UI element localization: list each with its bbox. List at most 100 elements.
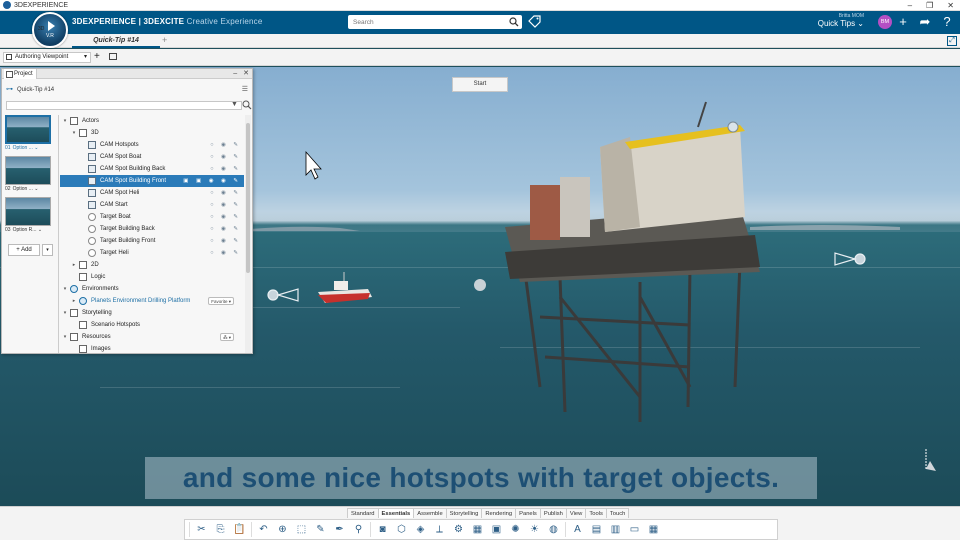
tree-item[interactable]: Target Boat ○ ◉ ✎	[60, 211, 244, 223]
tab-tools[interactable]: Tools	[585, 508, 607, 518]
filter-icon[interactable]: ▼	[231, 101, 238, 108]
thumbnail-option-1[interactable]: 01 Option ... ⌄	[5, 115, 53, 156]
minimize-button[interactable]: –	[908, 0, 912, 11]
compass-widget[interactable]: 3D V.R	[32, 12, 68, 48]
tree-item[interactable]: ▸ Planets Environment Drilling Platform Fa…	[60, 295, 244, 307]
add-scenario-button[interactable]: + Add	[8, 244, 40, 256]
chevron-down-icon[interactable]: ⌄	[34, 145, 38, 151]
tree-item[interactable]: CAM Start ○ ◉ ✎	[60, 199, 244, 211]
row-dropdown[interactable]: Favorite ▾	[208, 297, 234, 305]
search-input[interactable]	[348, 18, 498, 26]
row-action-icons[interactable]: ▣ ▣ ◉ ◉ ✎	[183, 175, 241, 187]
workspace-selector[interactable]: Quick Tips ⌄	[818, 19, 864, 28]
row-action-icons[interactable]: ○ ◉ ✎	[210, 247, 241, 259]
add-tab-icon[interactable]: +	[162, 34, 167, 47]
copy-icon[interactable]: ⎘	[213, 522, 228, 537]
chevron-down-icon[interactable]: ⌄	[38, 227, 42, 233]
tree-item[interactable]: ▾ 3D	[60, 127, 244, 139]
edit-icon[interactable]: ✎	[313, 522, 328, 537]
chevron-down-icon[interactable]: ▾	[62, 307, 68, 319]
tree-item[interactable]: CAM Spot Building Front ▣ ▣ ◉ ◉ ✎	[60, 175, 244, 187]
chevron-right-icon[interactable]: ▸	[71, 259, 77, 271]
chevron-down-icon[interactable]: ▾	[62, 331, 68, 343]
select-icon[interactable]: ⬚	[294, 522, 309, 537]
chevron-down-icon[interactable]: ▾	[42, 244, 53, 256]
chevron-right-icon[interactable]: ▸	[71, 295, 77, 307]
search-icon[interactable]: ⚲	[351, 522, 366, 537]
pen-icon[interactable]: ✒	[332, 522, 347, 537]
chevron-down-icon[interactable]: ▾	[62, 283, 68, 295]
material-icon[interactable]: ▦	[470, 522, 485, 537]
tab-storytelling[interactable]: Storytelling	[445, 508, 483, 518]
tree-item[interactable]: CAM Spot Building Back ○ ◉ ✎	[60, 163, 244, 175]
tag-icon[interactable]	[528, 15, 541, 28]
zoom-fit-icon[interactable]: ⊕	[275, 522, 290, 537]
row-action-icons[interactable]: ○ ◉ ✎	[210, 139, 241, 151]
joint-icon[interactable]: ⚙	[451, 522, 466, 537]
tree-item[interactable]: ▾ Environments	[60, 283, 244, 295]
settings-icon[interactable]: ☰	[242, 85, 248, 93]
share-icon[interactable]: ➦	[918, 15, 932, 29]
chevron-down-icon[interactable]: ▾	[71, 127, 77, 139]
tab-view[interactable]: View	[565, 508, 587, 518]
thumbnail-option-3[interactable]: 03 Option R... ⌄	[5, 197, 53, 238]
tree-item[interactable]: ▾ Actors	[60, 115, 244, 127]
capture-viewpoint-icon[interactable]	[109, 53, 117, 60]
row-action-icons[interactable]: ○ ◉ ✎	[210, 199, 241, 211]
filter-input[interactable]	[6, 101, 242, 110]
chevron-down-icon[interactable]: ⌄	[34, 186, 38, 192]
tree-item[interactable]: CAM Spot Heli ○ ◉ ✎	[60, 187, 244, 199]
tab-publish[interactable]: Publish	[539, 508, 567, 518]
tab-essentials[interactable]: Essentials	[377, 508, 415, 518]
row-action-icons[interactable]: ○ ◉ ✎	[210, 223, 241, 235]
sphere-icon[interactable]: ◍	[546, 522, 561, 537]
scrollbar-thumb[interactable]	[246, 123, 250, 273]
maximize-button[interactable]: ❐	[926, 0, 933, 11]
tree-item[interactable]: Target Heli ○ ◉ ✎	[60, 247, 244, 259]
panel-icon[interactable]: ▥	[608, 522, 623, 537]
scissors-icon[interactable]: ✂	[194, 522, 209, 537]
row-action-icons[interactable]: ○ ◉ ✎	[210, 211, 241, 223]
text-icon[interactable]: A	[570, 522, 585, 537]
tree-item[interactable]: Logic	[60, 271, 244, 283]
row-action-icons[interactable]: ○ ◉ ✎	[210, 187, 241, 199]
row-dropdown[interactable]: ⁂ ▾	[219, 333, 234, 341]
chevron-down-icon[interactable]: ▾	[62, 115, 68, 127]
search-icon[interactable]	[509, 17, 519, 27]
tab-quick-tip-14[interactable]: Quick-Tip #14	[72, 34, 160, 48]
avatar[interactable]: BM	[878, 15, 892, 29]
tab-panels[interactable]: Panels	[515, 508, 541, 518]
add-icon[interactable]: +	[896, 15, 910, 29]
close-window-button[interactable]: ✕	[947, 0, 954, 11]
render-icon[interactable]: ▣	[489, 522, 504, 537]
tree-item[interactable]: ▸ 2D	[60, 259, 244, 271]
tree-item[interactable]: Target Building Back ○ ◉ ✎	[60, 223, 244, 235]
tree-item[interactable]: Images	[60, 343, 244, 353]
cube-icon[interactable]: ◈	[413, 522, 428, 537]
tree-item[interactable]: ▾ Resources ⁂ ▾	[60, 331, 244, 343]
window-icon[interactable]: ▭	[627, 522, 642, 537]
light-icon[interactable]: ☀	[527, 522, 542, 537]
shape-icon[interactable]: ⬡	[394, 522, 409, 537]
tree-item[interactable]: Target Building Front ○ ◉ ✎	[60, 235, 244, 247]
row-action-icons[interactable]: ○ ◉ ✎	[210, 151, 241, 163]
tree-item[interactable]: CAM Spot Boat ○ ◉ ✎	[60, 151, 244, 163]
camera-icon[interactable]: ◙	[375, 522, 390, 537]
tree-item[interactable]: ▾ Storytelling	[60, 307, 244, 319]
add-viewpoint-icon[interactable]: +	[94, 52, 100, 62]
media-icon[interactable]: ▤	[589, 522, 604, 537]
color-wheel-icon[interactable]: ✺	[508, 522, 523, 537]
row-action-icons[interactable]: ○ ◉ ✎	[210, 235, 241, 247]
axis-icon[interactable]: ⟂	[432, 522, 447, 537]
table-icon[interactable]: ▦	[646, 522, 661, 537]
minimize-panel-button[interactable]: –	[233, 69, 237, 79]
undo-icon[interactable]: ↶	[256, 522, 271, 537]
tree-item[interactable]: CAM Hotspots ○ ◉ ✎	[60, 139, 244, 151]
close-panel-button[interactable]: ✕	[243, 69, 249, 79]
user-info[interactable]: Britta MOM Quick Tips ⌄	[818, 13, 864, 28]
row-action-icons[interactable]: ○ ◉ ✎	[210, 163, 241, 175]
search-box[interactable]	[348, 15, 522, 29]
help-icon[interactable]: ?	[940, 15, 954, 29]
expand-icon[interactable]: ⤢	[947, 36, 957, 46]
tree-item[interactable]: Scenario Hotspots	[60, 319, 244, 331]
